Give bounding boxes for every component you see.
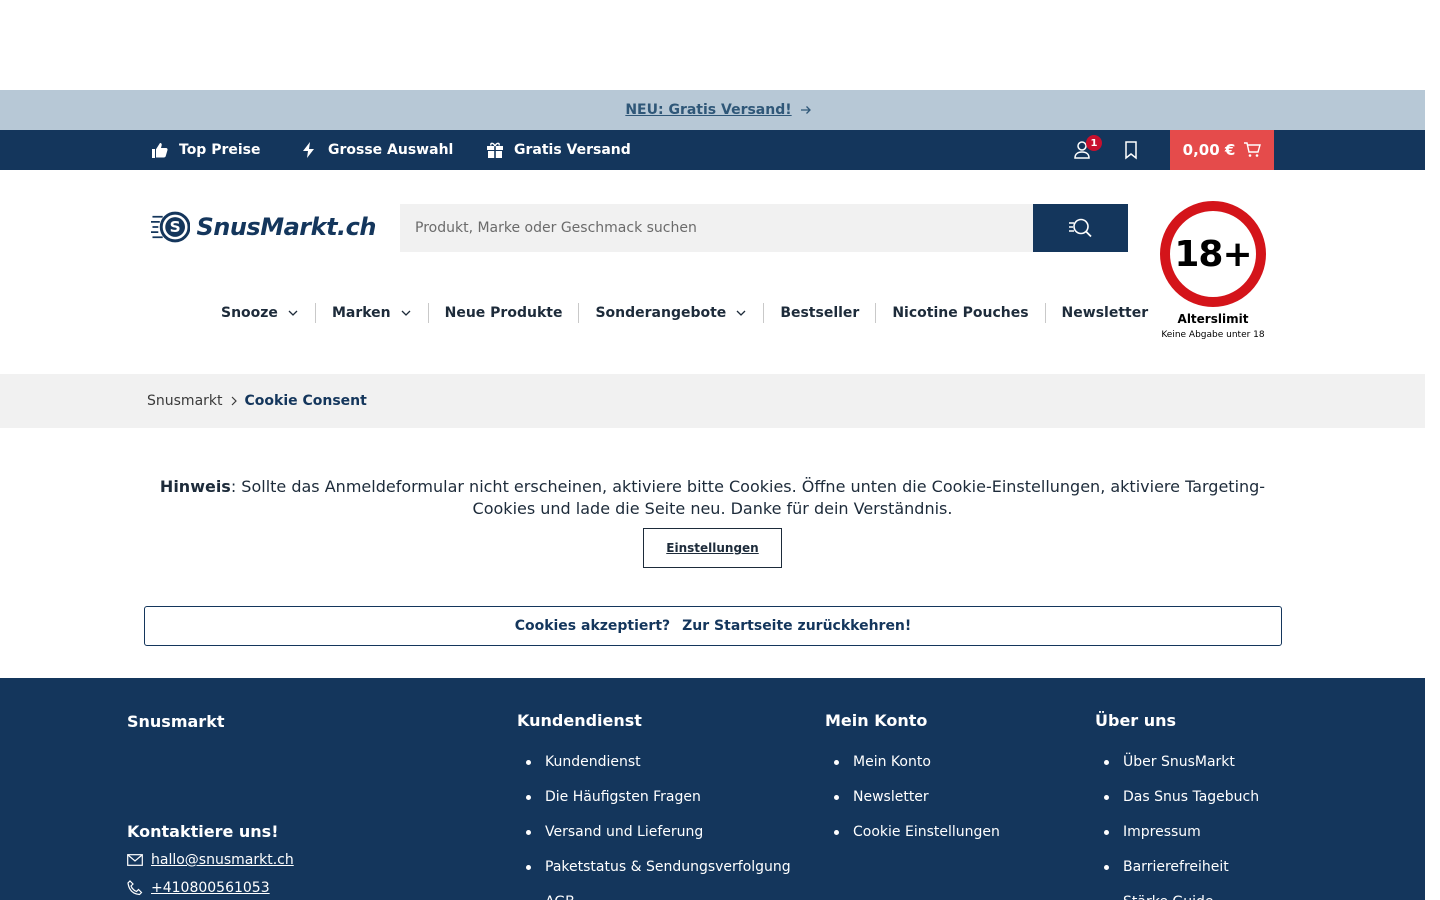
footer-link[interactable]: Über SnusMarkt (1095, 752, 1259, 787)
cart-button[interactable]: 0,00 € (1170, 130, 1274, 170)
footer-link[interactable]: Impressum (1095, 822, 1259, 857)
footer-link[interactable]: Newsletter (825, 787, 1000, 822)
usp-grosse-auswahl: Grosse Auswahl (300, 130, 453, 170)
chevron-right-icon (231, 396, 237, 406)
nav-item-neue-produkte[interactable]: Neue Produkte (427, 303, 579, 323)
cookie-notice: Hinweis: Sollte das Anmeldeformular nich… (140, 476, 1285, 520)
notice-text: : Sollte das Anmeldeformular nicht ersch… (230, 477, 1266, 518)
cookies-accepted-text: Cookies akzeptiert? (514, 618, 671, 634)
footer-link[interactable]: Versand und Lieferung (517, 822, 791, 857)
promo-link[interactable]: NEU: Gratis Versand! (613, 102, 791, 118)
age-limit-badge: 18+ Alterslimit Keine Abgabe unter 18 (1160, 201, 1266, 346)
footer-links-kundendienst: Kundendienst Die Häufigsten Fragen Versa… (517, 752, 791, 900)
nav-label: Newsletter (1061, 305, 1149, 321)
usp-bar: Top Preise Grosse Auswahl Gratis Versand… (0, 130, 1425, 170)
footer-links-ueber-uns: Über SnusMarkt Das Snus Tagebuch Impress… (1095, 752, 1259, 900)
nav-label: Marken (331, 305, 391, 321)
nav-item-newsletter[interactable]: Newsletter (1044, 303, 1165, 323)
contact-email-text[interactable]: hallo@snusmarkt.ch (151, 852, 294, 868)
svg-text:S: S (170, 218, 181, 236)
footer-links-mein-konto: Mein Konto Newsletter Cookie Einstellung… (825, 752, 1000, 857)
account-notification-badge: 1 (1086, 135, 1102, 151)
age-circle: 18+ (1160, 201, 1266, 307)
site-logo[interactable]: S SnusMarkt.ch (151, 204, 376, 250)
notice-label: Hinweis (159, 477, 231, 496)
lightning-icon (303, 142, 314, 158)
footer-link[interactable]: Mein Konto (825, 752, 1000, 787)
scrollbar[interactable] (1425, 0, 1440, 900)
search-input[interactable] (400, 204, 1033, 252)
footer-link[interactable]: Paketstatus & Sendungsverfolgung (517, 857, 791, 892)
breadcrumb-home[interactable]: Snusmarkt (147, 393, 223, 409)
footer-link[interactable]: Das Snus Tagebuch (1095, 787, 1259, 822)
cookie-settings-button[interactable]: Einstellungen (643, 528, 782, 568)
nav-label: Neue Produkte (444, 305, 563, 321)
usp-gratis-versand: Gratis Versand (486, 130, 631, 170)
cart-icon (1244, 142, 1262, 157)
search-button[interactable] (1033, 204, 1128, 252)
usp-label: Top Preise (179, 142, 261, 158)
nav-label: Bestseller (780, 305, 860, 321)
footer-link[interactable]: Die Häufigsten Fragen (517, 787, 791, 822)
breadcrumb-current: Cookie Consent (244, 393, 367, 409)
chevron-down-icon (401, 310, 411, 316)
search-icon (1068, 218, 1092, 238)
nav-item-sonderangebote[interactable]: Sonderangebote (578, 303, 763, 323)
contact-heading: Kontaktiere uns! (127, 822, 279, 841)
footer-brand: Snusmarkt (127, 712, 225, 731)
contact-phone-text[interactable]: +410800561053 (151, 880, 270, 896)
nav-label: Sonderangebote (595, 305, 727, 321)
footer-link[interactable]: Barrierefreiheit (1095, 857, 1259, 892)
chevron-down-icon (736, 310, 746, 316)
age-number: 18+ (1174, 233, 1252, 275)
footer-link[interactable]: Stärke Guide (1095, 892, 1259, 900)
logo-mark-icon: S (151, 211, 191, 243)
footer-link[interactable]: AGB (517, 892, 791, 900)
age-subtitle: Keine Abgabe unter 18 (1161, 330, 1265, 340)
footer: Snusmarkt Kontaktiere uns! hallo@snusmar… (0, 678, 1425, 900)
usp-label: Grosse Auswahl (328, 142, 454, 158)
usp-top-preise: Top Preise (151, 130, 261, 170)
contact-phone[interactable]: +410800561053 (127, 880, 270, 896)
footer-column-title: Über uns (1095, 711, 1177, 730)
cookies-accepted-box: Cookies akzeptiert? Zur Startseite zurüc… (144, 606, 1282, 646)
main-nav: Snooze Marken Neue Produkte Sonderangebo… (205, 300, 1164, 326)
nav-item-marken[interactable]: Marken (314, 303, 428, 323)
gift-icon (487, 142, 503, 158)
wishlist-bookmark-icon[interactable] (1122, 140, 1140, 160)
thumbs-up-icon (152, 143, 168, 158)
footer-column-title: Mein Konto (825, 711, 928, 730)
contact-email[interactable]: hallo@snusmarkt.ch (127, 852, 294, 868)
cart-total: 0,00 € (1182, 141, 1236, 159)
nav-item-nicotine-pouches[interactable]: Nicotine Pouches (875, 303, 1044, 323)
return-home-link[interactable]: Zur Startseite zurückkehren! (682, 618, 911, 634)
nav-label: Nicotine Pouches (892, 305, 1029, 321)
footer-column-title: Kundendienst (517, 711, 642, 730)
phone-icon (127, 880, 143, 896)
chevron-down-icon (288, 310, 298, 316)
usp-label: Gratis Versand (514, 142, 631, 158)
footer-link[interactable]: Kundendienst (517, 752, 791, 787)
arrow-right-icon (800, 106, 811, 114)
nav-item-bestseller[interactable]: Bestseller (763, 303, 875, 323)
nav-item-snooze[interactable]: Snooze (205, 303, 315, 323)
logo-text: SnusMarkt.ch (196, 213, 376, 241)
mail-icon (127, 854, 143, 866)
nav-label: Snooze (221, 305, 278, 321)
breadcrumb: Snusmarkt Cookie Consent (0, 374, 1425, 428)
footer-link[interactable]: Cookie Einstellungen (825, 822, 1000, 857)
page: NEU: Gratis Versand! Top Preise Grosse A… (0, 0, 1425, 900)
promo-bar: NEU: Gratis Versand! (0, 90, 1425, 130)
